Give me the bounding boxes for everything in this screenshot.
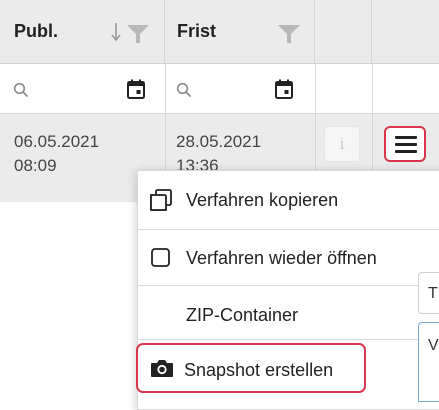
column-header-actions bbox=[372, 0, 439, 64]
column-header-info bbox=[315, 0, 372, 64]
menu-item-label: ZIP-Container bbox=[186, 305, 299, 325]
copy-icon bbox=[150, 189, 172, 211]
menu-item-copy[interactable]: Verfahren kopieren bbox=[138, 171, 439, 229]
filter-row bbox=[0, 64, 439, 114]
background-field[interactable]: T bbox=[418, 272, 439, 314]
calendar-icon[interactable] bbox=[275, 79, 293, 99]
sort-down-icon[interactable] bbox=[110, 22, 122, 42]
frist-date: 28.05.2021 bbox=[176, 132, 262, 151]
background-field-text: T bbox=[428, 285, 438, 302]
publ-time: 08:09 bbox=[14, 156, 57, 175]
menu-divider bbox=[138, 339, 439, 340]
camera-icon bbox=[151, 360, 173, 377]
menu-item-reopen[interactable]: Verfahren wieder öffnen bbox=[138, 230, 439, 284]
row-actions-dropdown: Verfahren kopieren Verfahren wieder öffn… bbox=[136, 170, 439, 410]
filter-icon[interactable] bbox=[277, 24, 301, 44]
menu-item-snapshot[interactable]: Snapshot erstellen bbox=[136, 343, 366, 393]
checkbox-icon bbox=[151, 248, 170, 267]
menu-item-zip-container[interactable]: ZIP-Container bbox=[138, 286, 439, 340]
search-icon[interactable] bbox=[13, 82, 29, 98]
menu-item-label: Verfahren kopieren bbox=[186, 190, 339, 210]
filter-icon[interactable] bbox=[126, 24, 150, 44]
background-textarea-text: V bbox=[428, 337, 439, 354]
publ-date: 06.05.2021 bbox=[14, 132, 100, 151]
column-header-frist[interactable]: Frist bbox=[165, 0, 315, 64]
menu-item-label: Verfahren wieder öffnen bbox=[186, 248, 377, 268]
column-separator bbox=[315, 64, 316, 114]
info-button[interactable]: i bbox=[324, 126, 360, 162]
background-textarea[interactable]: V bbox=[418, 322, 439, 402]
row-actions-menu-button[interactable] bbox=[384, 126, 426, 162]
calendar-icon[interactable] bbox=[127, 79, 145, 99]
column-header-frist-label: Frist bbox=[177, 21, 217, 41]
column-separator bbox=[165, 64, 166, 114]
column-separator bbox=[372, 64, 373, 114]
menu-item-label: Snapshot erstellen bbox=[184, 360, 334, 380]
column-header-publ[interactable]: Publ. bbox=[0, 0, 165, 64]
column-header-publ-label: Publ. bbox=[14, 21, 58, 41]
search-icon[interactable] bbox=[176, 82, 192, 98]
